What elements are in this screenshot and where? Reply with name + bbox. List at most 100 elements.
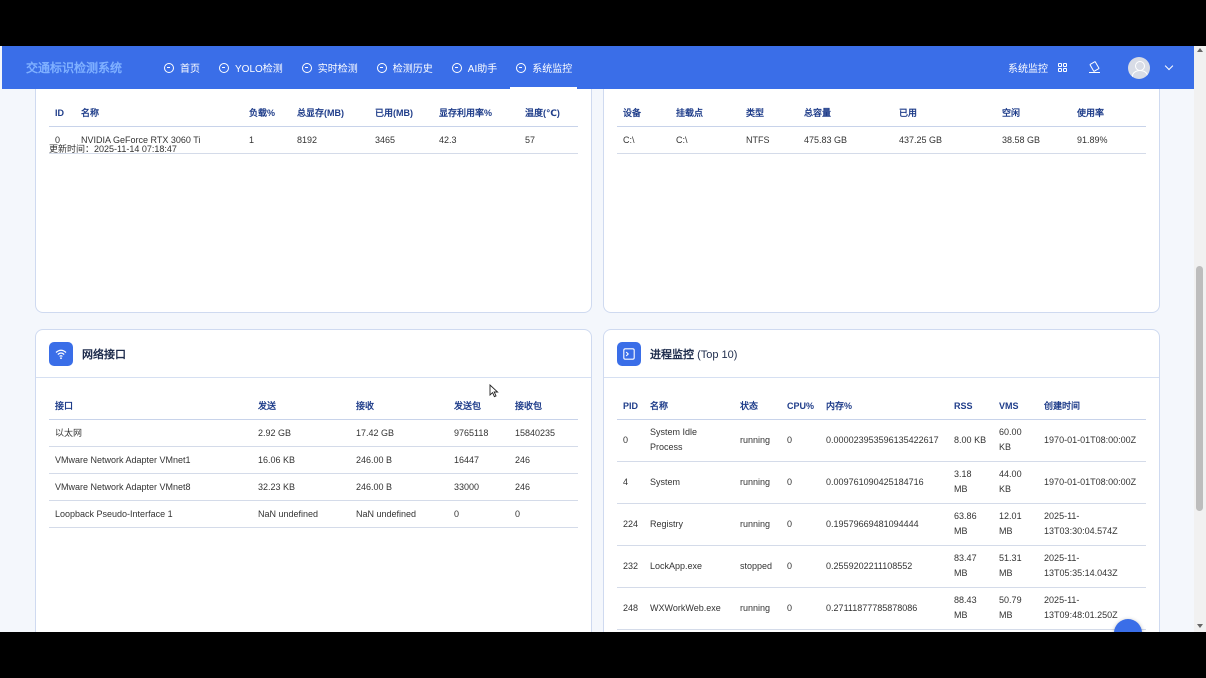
process-col-rss: RSS [948, 393, 994, 420]
wifi-icon [49, 341, 73, 366]
process-col-status: 状态 [734, 393, 782, 420]
network-cell: 9765118 [448, 419, 509, 447]
gpu-col-used: 已用(MB) [369, 100, 433, 127]
disk-col-total: 总容量 [798, 100, 893, 127]
network-cell: 16447 [448, 446, 509, 474]
mouse-cursor-icon [489, 384, 499, 398]
table-row: VMware Network Adapter VMnet8 32.23 KB 2… [49, 473, 578, 501]
process-cell-line: 51.31 [999, 553, 1022, 563]
process-cell-mem: 0.000023953596135422617 [820, 419, 949, 462]
process-cell-status: stopped [734, 545, 782, 588]
process-cell-mem: 0.009761090425184716 [820, 461, 949, 504]
table-row: 0 System Idle Process running 0 0.00002395359… [617, 419, 1146, 462]
process-col-pid: PID [617, 393, 645, 420]
clean-icon[interactable] [1089, 62, 1100, 73]
disk-col-used: 已用 [893, 100, 996, 127]
network-cell: 246 [509, 446, 578, 474]
process-cell-status: running [734, 419, 782, 462]
process-title-suffix: (Top 10) [697, 348, 738, 361]
process-cell-line: 88.43 [954, 595, 977, 605]
network-cell: 15840235 [509, 419, 578, 447]
process-cell-mem: 0.27111877785878086 [820, 587, 949, 630]
disk-cell: 475.83 GB [798, 126, 893, 154]
table-row: 224 Registry running 0 0.19579669481094444 63… [617, 503, 1146, 546]
table-row: VMware Network Adapter VMnet1 16.06 KB 2… [49, 446, 578, 474]
disk-cell: C:\ [617, 126, 670, 154]
network-cell: VMware Network Adapter VMnet1 [49, 446, 252, 474]
process-cell-line: LockApp.exe [650, 560, 703, 571]
network-card: 网络接口 接口 发送 接收 发送包 接收包 以太网 2.92 GB 17.42 … [35, 329, 592, 632]
process-cell-vms: 60.00 KB [993, 419, 1039, 462]
process-title-text: 进程监控 [650, 348, 694, 361]
disk-col-usage: 使用率 [1071, 100, 1146, 127]
chat-icon [451, 62, 462, 73]
network-cell: Loopback Pseudo-Interface 1 [49, 500, 252, 528]
table-row: C:\ C:\ NTFS 475.83 GB 437.25 GB 38.58 G… [617, 126, 1146, 154]
process-cell-line: KB [999, 442, 1012, 452]
process-cell-vms: 44.00 KB [993, 461, 1039, 504]
dashboard-icon [219, 62, 229, 73]
process-cell-line: 50.79 [999, 595, 1022, 605]
nav-ai-assistant[interactable]: AI助手 [442, 46, 506, 89]
network-col-iface: 接口 [49, 393, 252, 420]
process-cell-pid: 248 [617, 587, 645, 630]
nav-home[interactable]: 首页 [154, 46, 209, 89]
process-cell-cpu: 0 [781, 545, 821, 588]
process-cell-rss: 88.43 MB [948, 587, 994, 630]
nav-yolo-detect[interactable]: YOLO检测 [209, 46, 292, 89]
app-brand[interactable]: 交通标识检测系统 [26, 59, 154, 76]
process-cell-line: 63.86 [954, 511, 977, 521]
avatar[interactable] [1128, 56, 1150, 79]
dashboard-icon [301, 62, 312, 73]
process-cell-name: Registry [644, 503, 735, 546]
process-cell-line: 44.00 [999, 469, 1022, 479]
table-row: 248 WXWorkWeb.exe running 0 0.27111877785878… [617, 587, 1146, 630]
gpu-cell: 57 [519, 126, 578, 154]
process-col-created: 创建时间 [1038, 393, 1146, 420]
nav-monitor-label: 系统监控 [532, 64, 573, 75]
process-cell-line: 12.01 [999, 511, 1022, 521]
network-col-pkt-sent: 发送包 [448, 393, 509, 420]
network-cell: 246.00 B [350, 473, 448, 501]
process-cell-name: LockApp.exe [644, 545, 735, 588]
process-col-mem: 内存% [820, 393, 949, 420]
network-cell: 0 [448, 500, 509, 528]
page-scrollbar[interactable] [1194, 46, 1206, 632]
network-cell: 以太网 [49, 419, 252, 447]
process-cell-line: 2025-11- [1044, 553, 1080, 563]
process-cell-line: 1970-01-01T08:00:00Z [1044, 476, 1137, 487]
scroll-up-arrow-icon[interactable] [1197, 48, 1203, 52]
gpu-col-load: 负载% [243, 100, 291, 127]
process-cell-created: 2025-11- 13T03:30:04.574Z [1038, 503, 1146, 546]
scroll-thumb[interactable] [1196, 266, 1203, 511]
chevron-down-icon[interactable] [1164, 61, 1174, 71]
disk-cell: NTFS [740, 126, 798, 154]
network-card-title: 网络接口 [82, 348, 126, 361]
nav-system-monitor[interactable]: 系统监控 [506, 46, 581, 89]
process-table: PID 名称 状态 CPU% 内存% RSS VMS 创建时间 0 System … [617, 393, 1146, 630]
table-row: 以太网 2.92 GB 17.42 GB 9765118 15840235 [49, 419, 578, 447]
scroll-down-arrow-icon[interactable] [1197, 624, 1203, 628]
process-table-header: PID 名称 状态 CPU% 内存% RSS VMS 创建时间 [617, 393, 1146, 420]
network-cell: 0 [509, 500, 578, 528]
process-cell-line: Registry [650, 518, 684, 529]
gpu-cell: 8192 [291, 126, 369, 154]
nav-detect-history[interactable]: 检测历史 [367, 46, 442, 89]
gpu-col-id: ID [49, 100, 75, 127]
current-page-label: 系统监控 [1008, 64, 1048, 75]
process-cell-status: running [734, 587, 782, 630]
process-card: 进程监控 (Top 10) PID 名称 状态 CPU% 内存% RSS VMS… [603, 329, 1160, 632]
process-cell-cpu: 0 [781, 503, 821, 546]
process-cell-line: KB [999, 484, 1012, 494]
network-cell: 17.42 GB [350, 419, 448, 447]
network-col-sent: 发送 [252, 393, 350, 420]
process-cell-line: 3.18 [954, 469, 972, 479]
grid-icon[interactable] [1058, 63, 1067, 72]
nav-realtime-detect[interactable]: 实时检测 [292, 46, 367, 89]
process-cell-created: 2025-11- 13T05:35:14.043Z [1038, 545, 1146, 588]
update-time: 更新时间：2025-11-14 07:18:47 [49, 144, 177, 154]
process-cell-pid: 0 [617, 419, 645, 462]
disk-col-free: 空闲 [996, 100, 1071, 127]
process-cell-line: 1970-01-01T08:00:00Z [1044, 434, 1137, 445]
process-cell-rss: 8.00 KB [948, 419, 994, 462]
